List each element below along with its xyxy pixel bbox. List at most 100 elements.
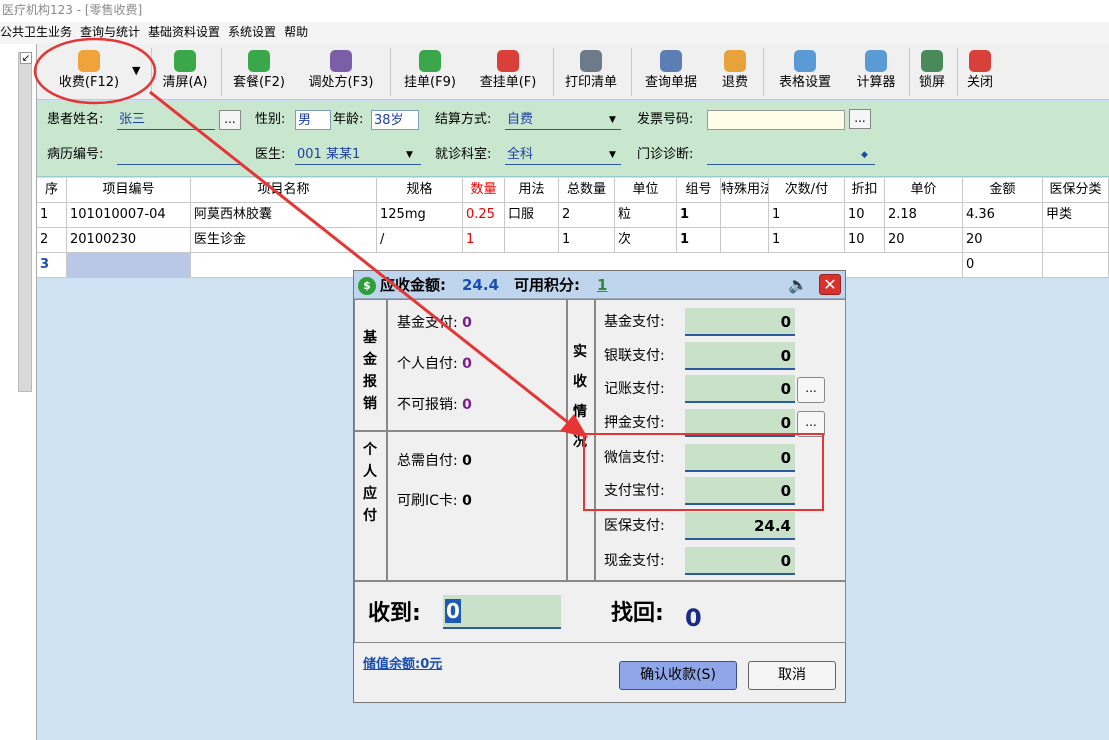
unionpay-label: 银联支付: — [604, 348, 665, 364]
col-usage: 用法 — [505, 178, 559, 203]
print-icon — [580, 50, 602, 72]
record-input[interactable] — [117, 145, 243, 165]
deposit-pay-label: 押金支付: — [604, 415, 665, 431]
col-spec: 规格 — [377, 178, 463, 203]
gender-input[interactable]: 男 — [295, 110, 331, 130]
account-pay-label: 记账支付: — [604, 381, 665, 397]
col-amount: 金额 — [963, 178, 1043, 203]
change-value: 0 — [685, 604, 702, 632]
col-times: 次数/付 — [769, 178, 845, 203]
invoice-lookup-button[interactable]: ... — [849, 109, 871, 129]
patient-name-input[interactable]: 张三 — [117, 110, 215, 130]
col-code: 项目编号 — [67, 178, 191, 203]
col-seq: 序 — [37, 178, 67, 203]
change-label: 找回: — [611, 601, 664, 626]
collapse-arrow-icon[interactable]: ↙ — [20, 52, 32, 64]
cash-pay-label: 现金支付: — [604, 553, 665, 569]
age-input[interactable]: 38岁 — [371, 110, 419, 130]
account-pay-input[interactable]: 0 — [685, 375, 795, 403]
fund-pay-label: 基金支付: — [604, 314, 665, 330]
doctor-select[interactable]: 001 某某1 — [295, 145, 421, 165]
menu-public-health[interactable]: 公共卫生业务 — [0, 22, 78, 42]
diag-input[interactable] — [707, 145, 875, 165]
personal-section-label: 个人应付 — [363, 442, 377, 524]
cancel-button[interactable]: 取消 — [748, 661, 836, 690]
col-special: 特殊用法 — [721, 178, 769, 203]
invoice-input[interactable] — [707, 110, 845, 130]
refund-button[interactable]: 退费 — [717, 48, 753, 98]
left-fund-pay: 基金支付: 0 — [397, 315, 472, 331]
dept-dropdown-icon[interactable]: ▼ — [609, 150, 616, 160]
toolbar: 收费(F12) ▼ 清屏(A) 套餐(F2) 调处方(F3) 挂单(F9) 查挂… — [37, 44, 1109, 100]
due-label: 应收金额: — [380, 276, 446, 294]
col-price: 单价 — [885, 178, 963, 203]
col-name: 项目名称 — [191, 178, 377, 203]
insurance-pay-input[interactable]: 24.4 — [685, 512, 795, 540]
menu-help[interactable]: 帮助 — [284, 22, 314, 42]
table-row[interactable]: 1 101010007-04 阿莫西林胶囊 125mg 0.25 口服 2 粒 … — [37, 203, 1109, 228]
hang-order-button[interactable]: 挂单(F9) — [397, 48, 463, 98]
points-label: 可用积分: — [514, 276, 580, 294]
menu-system-settings[interactable]: 系统设置 — [228, 22, 282, 42]
package-button[interactable]: 套餐(F2) — [227, 48, 291, 98]
left-panel: ↙ — [0, 44, 37, 740]
charge-button[interactable]: 收费(F12) — [49, 48, 129, 98]
diag-label: 门诊诊断: — [637, 147, 694, 162]
settle-dropdown-icon[interactable]: ▼ — [609, 115, 616, 125]
stored-balance-link[interactable]: 储值余额:0元 — [363, 653, 442, 672]
clear-screen-button[interactable]: 清屏(A) — [155, 48, 215, 98]
unionpay-input[interactable]: 0 — [685, 342, 795, 370]
prescription-icon — [330, 50, 352, 72]
settle-label: 结算方式: — [435, 112, 492, 127]
patient-form: 患者姓名: 张三 ... 性别: 男 年龄: 38岁 结算方式: 自费 ▼ 发票… — [37, 101, 1109, 177]
cash-pay-input[interactable]: 0 — [685, 547, 795, 575]
table-header: 序 项目编号 项目名称 规格 数量 用法 总数量 单位 组号 特殊用法 次数/付… — [37, 178, 1109, 203]
query-doc-icon — [660, 50, 682, 72]
account-pay-more-button[interactable]: ... — [797, 377, 825, 403]
lock-screen-button[interactable]: 锁屏 — [915, 48, 949, 98]
dialog-title-bar: $ 应收金额: 24.4 可用积分: 1 🔈 ✕ — [354, 271, 845, 299]
dialog-close-button[interactable]: ✕ — [819, 274, 841, 295]
menu-query-stats[interactable]: 查询与统计 — [80, 22, 146, 42]
col-unit: 单位 — [615, 178, 677, 203]
received-label: 收到: — [368, 601, 421, 626]
query-hang-button[interactable]: 查挂单(F) — [471, 48, 545, 98]
dollar-icon: $ — [358, 277, 376, 295]
speaker-icon[interactable]: 🔈 — [788, 275, 810, 295]
menu-basic-data[interactable]: 基础资料设置 — [148, 22, 226, 42]
received-input[interactable]: 0 — [443, 595, 561, 629]
doctor-dropdown-icon[interactable]: ▼ — [406, 150, 413, 160]
lock-screen-icon — [921, 50, 943, 72]
dept-select[interactable]: 全科 — [505, 145, 621, 165]
calculator-button[interactable]: 计算器 — [851, 48, 901, 98]
hang-order-icon — [419, 50, 441, 72]
left-scrollbar[interactable] — [18, 52, 32, 392]
table-settings-button[interactable]: 表格设置 — [773, 48, 837, 98]
doctor-label: 医生: — [255, 147, 286, 162]
close-app-button[interactable]: 关闭 — [963, 48, 997, 98]
query-hang-icon — [497, 50, 519, 72]
col-group: 组号 — [677, 178, 721, 203]
gender-label: 性别: — [255, 112, 286, 127]
query-doc-button[interactable]: 查询单据 — [639, 48, 703, 98]
diag-search-icon[interactable]: ◆ — [861, 150, 868, 160]
refresh-icon — [174, 50, 196, 72]
total-self-pay: 总需自付: 0 — [397, 453, 472, 469]
confirm-payment-button[interactable]: 确认收款(S) — [619, 661, 737, 690]
left-non-reimb: 不可报销: 0 — [397, 397, 472, 413]
print-list-button[interactable]: 打印清单 — [559, 48, 623, 98]
patient-name-label: 患者姓名: — [47, 112, 104, 127]
patient-lookup-button[interactable]: ... — [219, 110, 241, 130]
settle-select[interactable]: 自费 — [505, 110, 621, 130]
charge-dropdown-icon[interactable]: ▼ — [132, 64, 140, 77]
points-value[interactable]: 1 — [597, 275, 607, 295]
table-row[interactable]: 2 20100230 医生诊金 / 1 1 次 1 1 10 20 20 — [37, 228, 1109, 253]
fund-pay-input[interactable]: 0 — [685, 308, 795, 336]
table-settings-icon — [794, 50, 816, 72]
package-icon — [248, 50, 270, 72]
insurance-pay-label: 医保支付: — [604, 518, 665, 534]
calculator-icon — [865, 50, 887, 72]
adjust-prescription-button[interactable]: 调处方(F3) — [301, 48, 381, 98]
col-discount: 折扣 — [845, 178, 885, 203]
ic-card-pay: 可刷IC卡: 0 — [397, 493, 472, 509]
